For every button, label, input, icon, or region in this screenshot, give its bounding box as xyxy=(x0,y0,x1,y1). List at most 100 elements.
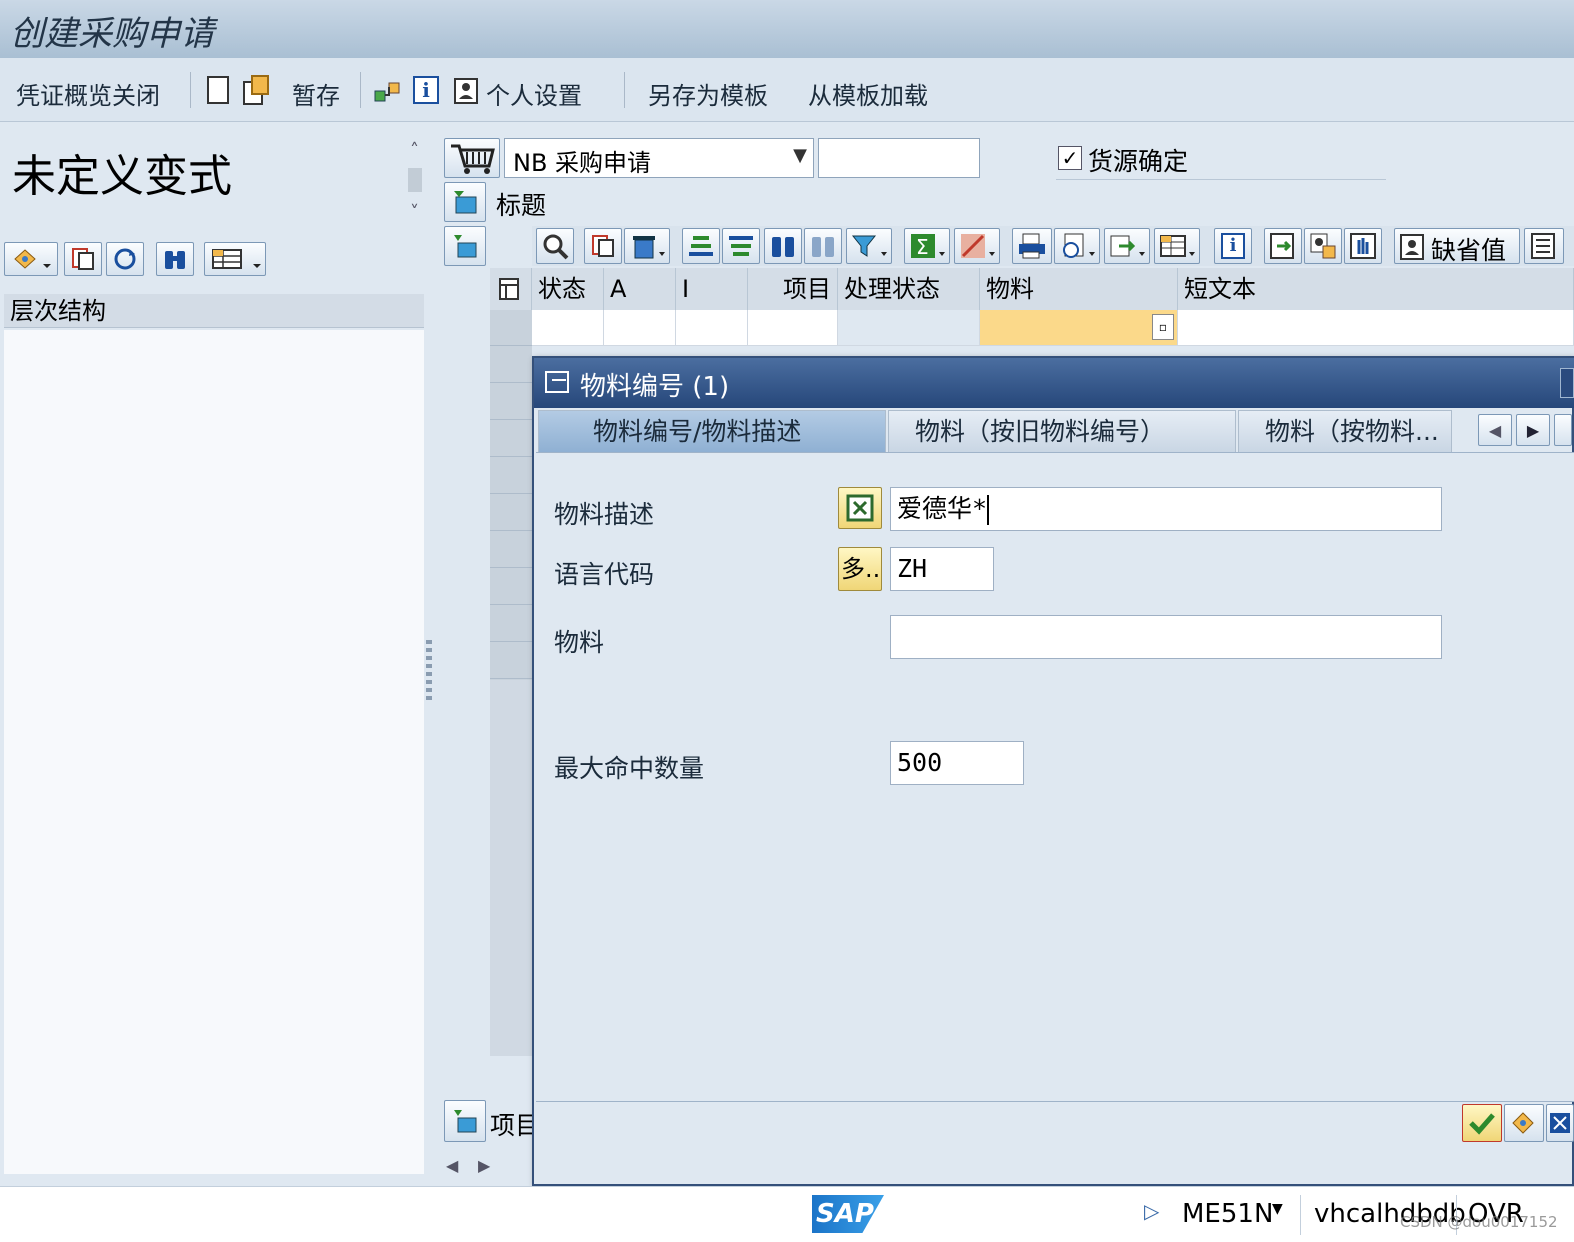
grid-empty-area xyxy=(490,680,532,1056)
save-as-template-button[interactable]: 另存为模板 xyxy=(648,76,768,111)
chevron-down-icon[interactable]: ▼ xyxy=(793,145,807,166)
multiple-selection-button[interactable] xyxy=(838,487,882,529)
magnifier-icon xyxy=(543,234,569,260)
item-copy-button[interactable] xyxy=(584,228,622,264)
column-header-i[interactable]: I xyxy=(676,268,748,310)
hand-button[interactable] xyxy=(1344,228,1382,264)
copy-document-button[interactable] xyxy=(240,74,274,106)
grid-settings-header[interactable] xyxy=(490,268,532,310)
tab-material-by-old-number[interactable]: 物料（按旧物料编号） xyxy=(888,410,1236,452)
sort-ascending-button[interactable] xyxy=(682,228,720,264)
personal-settings-item-button[interactable] xyxy=(1304,228,1342,264)
material-input[interactable] xyxy=(890,615,1442,659)
new-document-button[interactable] xyxy=(204,74,232,106)
scroll-up-icon[interactable]: ˄ xyxy=(410,140,419,161)
item-section-toggle[interactable] xyxy=(444,1100,486,1142)
cell-material[interactable]: ▫ xyxy=(980,310,1178,346)
column-header-material[interactable]: 物料 xyxy=(980,268,1178,310)
header-collapse-button[interactable] xyxy=(444,182,486,222)
cell-a[interactable] xyxy=(604,310,676,346)
subtotal-button[interactable] xyxy=(954,228,1000,264)
find-next-button[interactable] xyxy=(804,228,842,264)
load-from-template-button[interactable]: 从模板加载 xyxy=(808,76,928,111)
tree-layout-button[interactable] xyxy=(204,242,266,276)
item-detail-button[interactable] xyxy=(536,228,574,264)
items-collapse-button[interactable] xyxy=(444,226,486,266)
multiple-selection-icon xyxy=(846,494,874,522)
column-header-status[interactable]: 状态 xyxy=(532,268,604,310)
header-label: 标题 xyxy=(496,191,547,220)
checkmark-icon xyxy=(1469,1113,1495,1135)
item-info-button[interactable]: i xyxy=(1214,228,1252,264)
filter-button[interactable] xyxy=(846,228,892,264)
personal-settings-button[interactable]: 个人设置 xyxy=(486,76,582,111)
document-type-value: NB 采购申请 xyxy=(513,149,652,177)
tree-copy-button[interactable] xyxy=(64,242,102,276)
views-button[interactable] xyxy=(1054,228,1100,264)
find-button[interactable] xyxy=(764,228,802,264)
material-search-dialog: 物料编号 (1) 物料编号/物料描述 物料（按旧物料编号） 物料（按物料... … xyxy=(532,356,1574,1186)
export-button[interactable] xyxy=(1104,228,1150,264)
tree-header: 层次结构 xyxy=(4,294,424,328)
left-vertical-scrollbar[interactable]: ˄ ˅ xyxy=(408,140,424,236)
refresh-icon xyxy=(114,248,136,270)
sum-button[interactable]: Σ xyxy=(904,228,950,264)
cart-button[interactable] xyxy=(444,138,500,178)
scroll-down-icon[interactable]: ˅ xyxy=(410,202,419,223)
info-button[interactable]: i xyxy=(410,74,442,106)
structure-button[interactable] xyxy=(372,74,404,106)
cancel-button[interactable] xyxy=(1546,1104,1574,1142)
column-header-short-text[interactable]: 短文本 xyxy=(1178,268,1574,310)
layout-button[interactable] xyxy=(1154,228,1200,264)
row-selectors[interactable] xyxy=(490,346,532,680)
personal-settings-icon-button[interactable] xyxy=(452,74,482,106)
document-number-field[interactable] xyxy=(818,138,980,178)
tree-refresh-button[interactable] xyxy=(106,242,144,276)
tab-scroll-left-button[interactable]: ◀ xyxy=(1478,414,1512,446)
max-hits-input[interactable]: 500 xyxy=(890,741,1024,785)
language-multi-button[interactable]: 多... xyxy=(838,547,882,591)
cell-i[interactable] xyxy=(676,310,748,346)
cell-item[interactable] xyxy=(748,310,838,346)
status-expand-icon[interactable]: ▷ xyxy=(1144,1199,1159,1223)
row-selector[interactable] xyxy=(490,310,532,346)
document-type-select[interactable]: NB 采购申请 ▼ xyxy=(504,138,814,178)
tab-list-button[interactable] xyxy=(1554,414,1572,446)
tab-scroll-right-button[interactable]: ▶ xyxy=(1516,414,1550,446)
column-header-a[interactable]: A xyxy=(604,268,676,310)
tab-material-number-description[interactable]: 物料编号/物料描述 xyxy=(538,410,886,452)
source-determination-checkbox[interactable]: ✓ xyxy=(1058,146,1082,170)
tree-expand-button[interactable] xyxy=(4,242,58,276)
dialog-options-button[interactable] xyxy=(1504,1104,1544,1142)
sort-descending-button[interactable] xyxy=(722,228,760,264)
item-delete-button[interactable] xyxy=(624,228,670,264)
language-code-input[interactable]: ZH xyxy=(890,547,994,591)
chevron-down-icon[interactable]: ▼ xyxy=(1272,1201,1283,1217)
dialog-titlebar: 物料编号 (1) xyxy=(534,358,1574,408)
column-header-item[interactable]: 项目 xyxy=(748,268,838,310)
default-values-button[interactable]: 缺省值 xyxy=(1394,228,1520,265)
more-button[interactable] xyxy=(1524,228,1564,264)
export-icon xyxy=(1110,235,1145,257)
default-values-icon xyxy=(1400,234,1424,260)
cell-short-text[interactable] xyxy=(1178,310,1574,346)
tab-material-by-material[interactable]: 物料（按物料... xyxy=(1238,410,1452,452)
hold-button[interactable]: 暂存 xyxy=(292,76,340,111)
value-help-icon[interactable]: ▫ xyxy=(1152,314,1174,340)
close-overview-button[interactable]: 凭证概览关闭 xyxy=(16,76,160,111)
scroll-left-icon[interactable]: ◀ xyxy=(446,1156,458,1175)
print-button[interactable] xyxy=(1012,228,1052,264)
item-section-icon xyxy=(454,1110,477,1133)
cell-status[interactable] xyxy=(532,310,604,346)
column-header-processing-status[interactable]: 处理状态 xyxy=(838,268,980,310)
tree-find-button[interactable] xyxy=(156,242,194,276)
horizontal-scroll[interactable]: ◀ ▶ xyxy=(440,1154,530,1184)
scroll-thumb[interactable] xyxy=(408,168,422,192)
panel-splitter[interactable] xyxy=(426,640,432,700)
scroll-right-icon[interactable]: ▶ xyxy=(478,1156,490,1175)
add-item-button[interactable] xyxy=(1264,228,1302,264)
confirm-button[interactable] xyxy=(1462,1104,1502,1142)
material-description-input[interactable]: 爱德华* xyxy=(890,487,1442,531)
source-determination-label: 货源确定 xyxy=(1088,147,1189,176)
dialog-close-icon[interactable] xyxy=(1560,368,1574,398)
